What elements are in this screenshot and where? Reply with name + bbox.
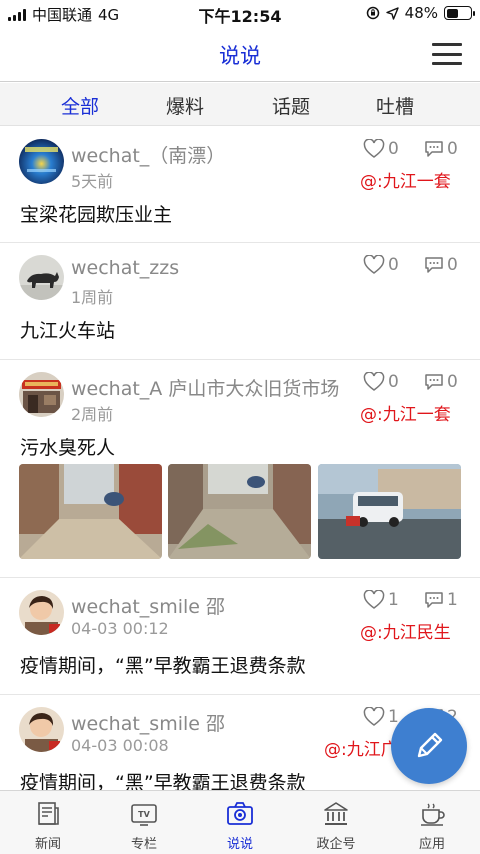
nav-news[interactable]: 新闻 bbox=[0, 791, 96, 854]
tv-icon: TV bbox=[131, 804, 157, 826]
heart-icon bbox=[363, 255, 385, 274]
post-mention-tag[interactable]: @:九江广 bbox=[324, 735, 398, 760]
heart-icon bbox=[363, 139, 385, 158]
comment-count: 0 bbox=[447, 372, 458, 392]
coffee-cup-icon bbox=[421, 803, 445, 826]
like-button[interactable]: 0 bbox=[363, 255, 399, 275]
post-item[interactable]: wechat_smile 邵 04-03 00:12 1 1 @:九江民生 疫情… bbox=[0, 578, 480, 695]
avatar[interactable] bbox=[19, 707, 64, 752]
post-text: 污水臭死人 bbox=[20, 437, 116, 459]
category-tabs: 全部 爆料 话题 吐槽 bbox=[0, 83, 480, 126]
comment-button[interactable]: 0 bbox=[424, 372, 458, 392]
post-time: 1周前 bbox=[71, 288, 114, 307]
pencil-edit-icon bbox=[417, 732, 443, 758]
post-text: 疫情期间，“黑”早教霸王退费条款 bbox=[20, 655, 306, 677]
comment-icon bbox=[425, 141, 443, 157]
nav-label: 新闻 bbox=[34, 837, 61, 852]
nav-government[interactable]: 政企号 bbox=[288, 791, 384, 854]
post-text: 宝梁花园欺压业主 bbox=[20, 204, 173, 226]
tab-breaking[interactable]: 爆料 bbox=[166, 92, 204, 119]
like-button[interactable]: 0 bbox=[363, 139, 399, 159]
avatar[interactable] bbox=[19, 372, 64, 417]
avatar[interactable] bbox=[19, 590, 64, 635]
post-item[interactable]: wechat_（南漂） 5天前 0 0 @:九江一套 宝梁花园欺压业主 bbox=[0, 127, 480, 243]
comment-count: 0 bbox=[447, 139, 458, 159]
post-mention-tag[interactable]: @:九江一套 bbox=[360, 400, 451, 425]
post-feed: wechat_（南漂） 5天前 0 0 @:九江一套 宝梁花园欺压业主 wech… bbox=[0, 127, 480, 795]
post-photo[interactable] bbox=[318, 464, 461, 559]
post-username[interactable]: wechat_A 庐山市大众旧货市场 bbox=[71, 374, 339, 401]
post-username[interactable]: wechat_smile 邵 bbox=[71, 592, 225, 619]
battery-percent: 48% bbox=[404, 4, 438, 22]
tab-topics[interactable]: 话题 bbox=[272, 92, 310, 119]
hamburger-menu-icon[interactable] bbox=[432, 43, 462, 65]
like-button[interactable]: 0 bbox=[363, 372, 399, 392]
government-building-icon bbox=[324, 802, 348, 825]
comment-button[interactable]: 1 bbox=[424, 590, 458, 610]
svg-text:TV: TV bbox=[138, 810, 150, 819]
comment-icon bbox=[425, 257, 443, 273]
post-mention-tag[interactable]: @:九江一套 bbox=[360, 167, 451, 192]
comment-icon bbox=[425, 374, 443, 390]
post-photo[interactable] bbox=[168, 464, 311, 559]
like-count: 0 bbox=[388, 255, 399, 275]
compose-post-button[interactable] bbox=[391, 708, 467, 784]
tab-all[interactable]: 全部 bbox=[61, 92, 99, 119]
like-count: 0 bbox=[388, 139, 399, 159]
comment-icon bbox=[425, 592, 443, 608]
location-arrow-icon bbox=[385, 6, 399, 20]
post-time: 04-03 00:12 bbox=[71, 619, 169, 638]
heart-icon bbox=[363, 707, 385, 726]
nav-label: 政企号 bbox=[316, 837, 356, 852]
bottom-nav: 新闻 TV 专栏 说说 政企号 应用 bbox=[0, 790, 480, 854]
post-mention-tag[interactable]: @:九江民生 bbox=[360, 618, 451, 643]
like-button[interactable]: 1 bbox=[363, 590, 399, 610]
post-username[interactable]: wechat_（南漂） bbox=[71, 141, 225, 168]
battery-icon bbox=[444, 6, 475, 20]
avatar[interactable] bbox=[19, 255, 64, 300]
tab-complaints[interactable]: 吐槽 bbox=[376, 92, 414, 119]
comment-count: 1 bbox=[447, 590, 458, 610]
nav-talk[interactable]: 说说 bbox=[192, 791, 288, 854]
post-username[interactable]: wechat_smile 邵 bbox=[71, 709, 225, 736]
like-button[interactable]: 1 bbox=[363, 707, 399, 727]
nav-columns[interactable]: TV 专栏 bbox=[96, 791, 192, 854]
rotation-lock-icon bbox=[366, 6, 379, 20]
header: 说说 bbox=[0, 26, 480, 82]
newspaper-icon bbox=[38, 802, 59, 825]
post-photo[interactable] bbox=[19, 464, 162, 559]
post-item[interactable]: wechat_zzs 1周前 0 0 九江火车站 bbox=[0, 243, 480, 360]
nav-apps[interactable]: 应用 bbox=[384, 791, 480, 854]
nav-label: 说说 bbox=[226, 837, 253, 852]
avatar[interactable] bbox=[19, 139, 64, 184]
comment-count: 0 bbox=[447, 255, 458, 275]
camera-icon bbox=[227, 802, 253, 825]
comment-button[interactable]: 0 bbox=[424, 139, 458, 159]
post-time: 5天前 bbox=[71, 172, 114, 191]
post-username[interactable]: wechat_zzs bbox=[71, 257, 179, 279]
like-count: 0 bbox=[388, 372, 399, 392]
heart-icon bbox=[363, 590, 385, 609]
nav-label: 专栏 bbox=[130, 837, 157, 852]
comment-button[interactable]: 0 bbox=[424, 255, 458, 275]
nav-label: 应用 bbox=[418, 837, 445, 852]
post-time: 2周前 bbox=[71, 405, 114, 424]
post-time: 04-03 00:08 bbox=[71, 736, 169, 755]
post-text: 九江火车站 bbox=[20, 320, 116, 342]
heart-icon bbox=[363, 372, 385, 391]
status-bar: 中国联通 4G 下午12:54 48% bbox=[0, 0, 480, 26]
page-title: 说说 bbox=[219, 44, 261, 68]
like-count: 1 bbox=[388, 590, 399, 610]
